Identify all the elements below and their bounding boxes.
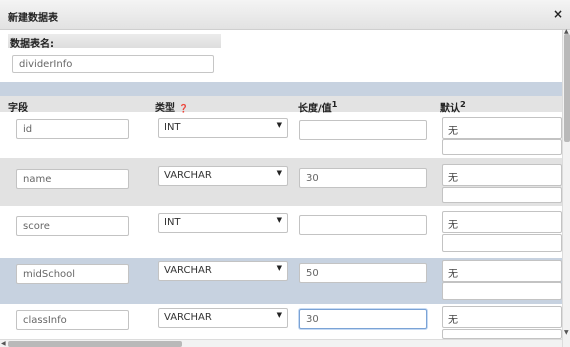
columns-header: 字段 类型 ❓ 长度/值1 默认2 xyxy=(0,96,562,114)
type-select-value: VARCHAR xyxy=(164,312,212,323)
scroll-down-icon[interactable]: ▼ xyxy=(564,330,569,336)
chevron-down-icon: ▼ xyxy=(276,121,282,129)
table-name-input[interactable]: dividerInfo xyxy=(12,55,214,73)
vertical-scrollbar[interactable]: ▲ ▼ xyxy=(562,29,570,347)
default-select[interactable]: 无 xyxy=(442,164,562,186)
default-value-input[interactable] xyxy=(442,187,562,203)
default-select[interactable]: 无 xyxy=(442,117,562,139)
field-name-input[interactable]: score xyxy=(16,216,129,236)
section-divider xyxy=(0,82,562,96)
field-name-input[interactable]: classInfo xyxy=(16,310,129,330)
default-value-input[interactable] xyxy=(442,329,562,339)
table-row: id INT ▼ 无 xyxy=(0,112,562,158)
vertical-scroll-thumb[interactable] xyxy=(564,34,570,142)
default-select[interactable]: 无 xyxy=(442,211,562,233)
default-value-input[interactable] xyxy=(442,139,562,155)
table-row: classInfo VARCHAR ▼ 30 无 xyxy=(0,304,562,339)
footnote-marker: 1 xyxy=(331,99,338,109)
table-name-label: 数据表名: xyxy=(10,39,54,50)
field-name-input[interactable]: id xyxy=(16,119,129,139)
table-row: name VARCHAR ▼ 30 无 xyxy=(0,158,562,206)
chevron-down-icon: ▼ xyxy=(276,264,282,272)
type-select-value: VARCHAR xyxy=(164,265,212,276)
type-select[interactable]: INT ▼ xyxy=(158,118,288,138)
table-row: score INT ▼ 无 xyxy=(0,206,562,258)
length-input[interactable]: 30 xyxy=(299,168,427,188)
type-select-value: INT xyxy=(164,122,181,133)
length-input[interactable] xyxy=(299,215,427,235)
chevron-down-icon: ▼ xyxy=(276,216,282,224)
type-select[interactable]: VARCHAR ▼ xyxy=(158,166,288,186)
horizontal-scroll-thumb[interactable] xyxy=(8,341,182,347)
default-select[interactable]: 无 xyxy=(442,260,562,282)
dialog-titlebar: 新建数据表 × xyxy=(0,0,570,30)
footnote-marker: 2 xyxy=(460,99,466,109)
default-value-input[interactable] xyxy=(442,282,562,300)
table-row: midSchool VARCHAR ▼ 50 无 xyxy=(0,258,562,304)
default-value-input[interactable] xyxy=(442,234,562,252)
type-select-value: INT xyxy=(164,217,181,228)
close-icon[interactable]: × xyxy=(553,7,563,21)
length-input[interactable]: 50 xyxy=(299,263,427,283)
chevron-down-icon: ▼ xyxy=(276,311,282,319)
default-select[interactable]: 无 xyxy=(442,306,562,328)
length-input[interactable]: 30 xyxy=(299,309,427,329)
type-select[interactable]: VARCHAR ▼ xyxy=(158,308,288,328)
scroll-left-icon[interactable]: ◀ xyxy=(1,341,6,347)
dialog-title: 新建数据表 xyxy=(8,13,58,24)
field-name-input[interactable]: name xyxy=(16,169,129,189)
chevron-down-icon: ▼ xyxy=(276,169,282,177)
length-input[interactable] xyxy=(299,120,427,140)
field-name-input[interactable]: midSchool xyxy=(16,264,129,284)
table-name-label-bar: 数据表名: xyxy=(8,34,221,50)
type-select-value: VARCHAR xyxy=(164,170,212,181)
horizontal-scrollbar[interactable]: ◀ xyxy=(0,339,562,347)
type-select[interactable]: INT ▼ xyxy=(158,213,288,233)
type-select[interactable]: VARCHAR ▼ xyxy=(158,261,288,281)
